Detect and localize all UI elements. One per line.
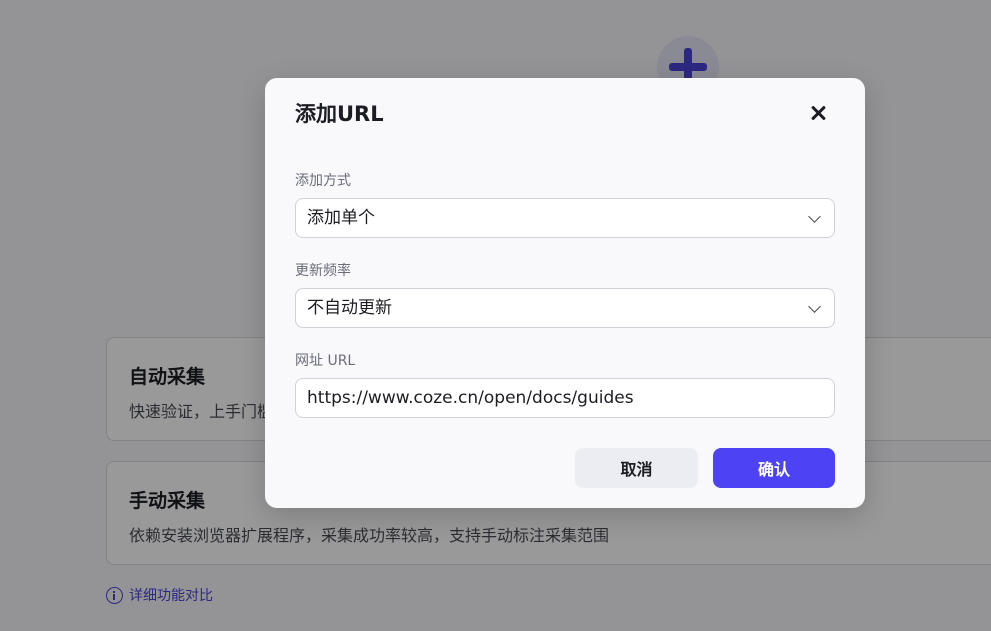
close-icon[interactable] bbox=[807, 102, 829, 124]
chevron-down-icon bbox=[808, 300, 821, 313]
add-url-dialog: 添加URL 添加方式 添加单个 更新频率 不自动更新 网址 URL 取消 确认 bbox=[265, 78, 865, 508]
cancel-button[interactable]: 取消 bbox=[575, 448, 698, 488]
url-input[interactable] bbox=[295, 378, 835, 418]
add-mode-label: 添加方式 bbox=[295, 173, 351, 189]
add-mode-select[interactable]: 添加单个 bbox=[295, 198, 835, 238]
confirm-button[interactable]: 确认 bbox=[713, 448, 835, 488]
chevron-down-icon bbox=[808, 210, 821, 223]
update-frequency-select[interactable]: 不自动更新 bbox=[295, 288, 835, 328]
update-frequency-label: 更新频率 bbox=[295, 263, 351, 279]
update-frequency-value: 不自动更新 bbox=[307, 298, 392, 318]
dialog-title: 添加URL bbox=[295, 102, 384, 126]
add-mode-value: 添加单个 bbox=[307, 208, 375, 228]
url-label: 网址 URL bbox=[295, 353, 356, 369]
